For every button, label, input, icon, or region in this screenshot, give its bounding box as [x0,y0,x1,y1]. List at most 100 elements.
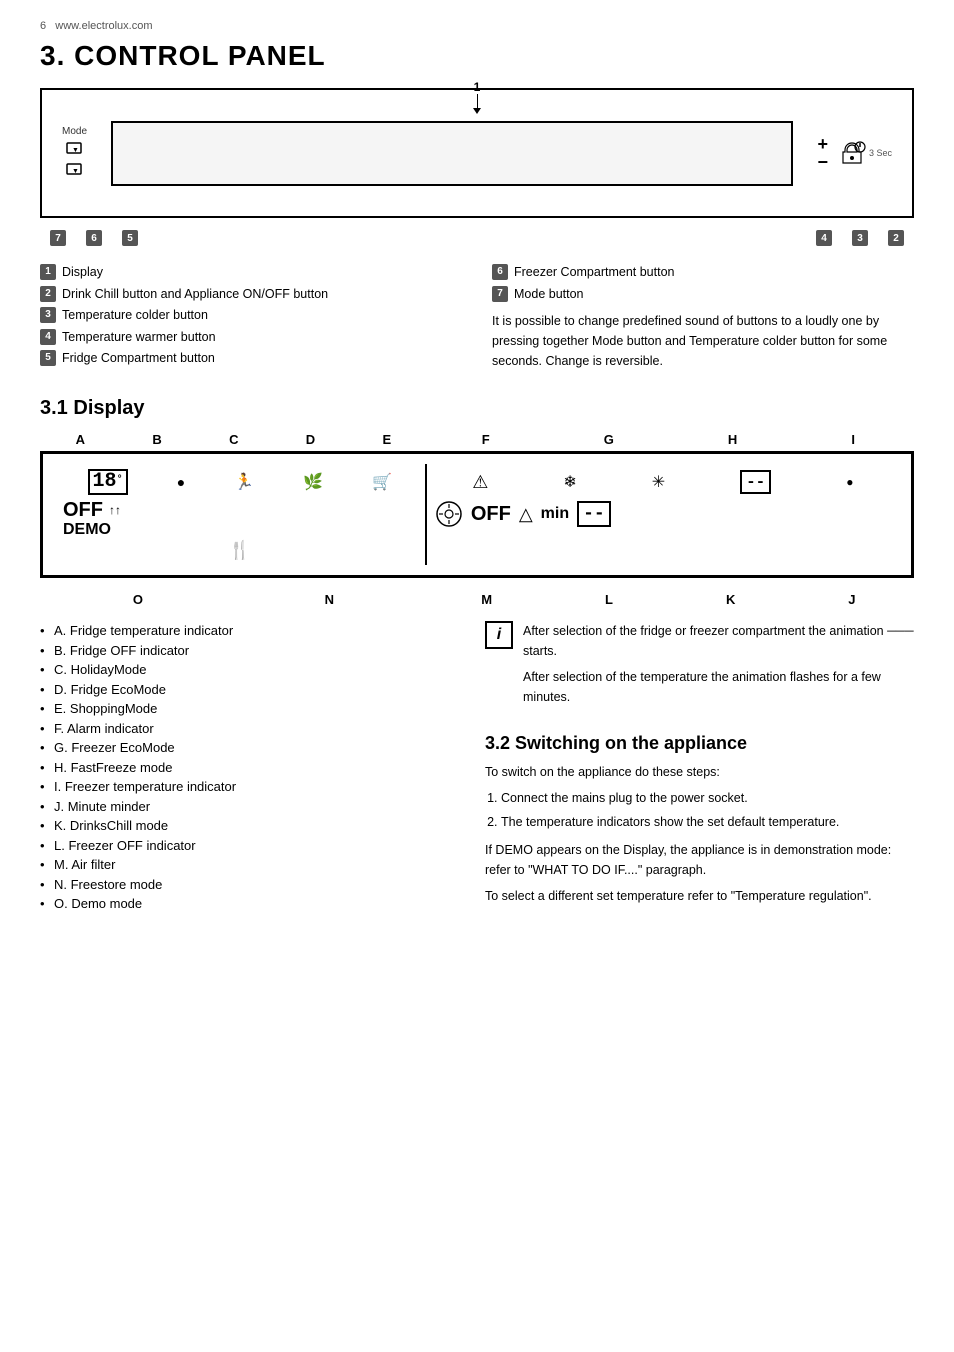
lock-3sec-button: 3 Sec [838,139,892,167]
display-right-icons-top: ⚠ ❄ ✳ -- ● [435,468,891,496]
num-4: 4 [816,230,832,246]
legend-right: 6 Freezer Compartment button 7 Mode butt… [492,264,914,377]
legend-num-4: 4 [40,329,56,345]
bullet-B: B. Fridge OFF indicator [40,641,469,661]
lock-power-icon [838,139,866,167]
subsection-32-name: Switching on the appliance [515,733,747,753]
display-inner: 18° ● 🏃 🌿 🛒 OFF ↑↑ [59,464,895,565]
legend-text-1: Display [62,264,103,282]
bullet-H: H. FastFreeze mode [40,758,469,778]
bullet-M: M. Air filter [40,855,469,875]
info-box: i After selection of the fridge or freez… [485,621,914,713]
col-label-E: E [382,432,391,447]
display-info-grid: A. Fridge temperature indicator B. Fridg… [40,621,914,914]
arrow-indicator-1: 1 [473,80,481,114]
display-labels-right-FGHI: F G H I [425,432,912,447]
display-top-labels-row: A B C D E F G H I [40,432,914,447]
numbers-left-group: 7 6 5 [50,230,138,246]
col-label-J: J [848,592,855,607]
info-text-container: After selection of the fridge or freezer… [523,621,914,713]
col-label-I: I [851,432,855,447]
info-text-1: After selection of the fridge or freezer… [523,621,914,661]
legend-text-4: Temperature warmer button [62,329,216,347]
legend-text-3: Temperature colder button [62,307,208,325]
bullet-G: G. Freezer EcoMode [40,738,469,758]
holiday-mode-icon: 🏃 [234,472,254,492]
bullet-F: F. Alarm indicator [40,719,469,739]
air-filter-icon [435,500,463,528]
display-left-icons-top: 18° ● 🏃 🌿 🛒 [63,468,417,496]
bullet-L: L. Freezer OFF indicator [40,836,469,856]
demo-text: DEMO [63,521,111,538]
page-number: 6 [40,20,46,32]
freezer-temp-num: -- [746,473,765,491]
section-name: CONTROL PANEL [74,40,326,71]
info-text-1-content: After selection of the fridge or freezer… [523,624,914,658]
legend-note: It is possible to change predefined soun… [492,311,914,371]
section-number: 3. [40,40,65,71]
minute-minder-display: -- [577,501,611,527]
bullet-C: C. HolidayMode [40,660,469,680]
min-text: min [541,505,569,523]
legend-num-5: 5 [40,350,56,366]
control-panel-diagram: 1 Mode ▼ ▼ + − [40,88,914,248]
legend-num-2: 2 [40,286,56,302]
subsection-31-name: Display [73,397,144,419]
display-diagram-box: 18° ● 🏃 🌿 🛒 OFF ↑↑ [40,451,914,578]
numbers-right-group: 4 3 2 [816,230,904,246]
display-panel [111,121,793,186]
legend-item-3: 3 Temperature colder button [40,307,462,325]
bullet-J: J. Minute minder [40,797,469,817]
subsection-31-number: 3.1 [40,397,68,419]
display-left-section: 18° ● 🏃 🌿 🛒 OFF ↑↑ [59,464,427,565]
svg-text:▼: ▼ [72,168,79,175]
col-label-A: A [76,432,85,447]
mode-label: Mode [62,126,87,137]
subsection-32-para1: If DEMO appears on the Display, the appl… [485,840,914,880]
col-label-O: O [133,592,143,607]
eco-mode-icon: 🌿 [303,472,323,492]
col-label-N: N [325,592,334,607]
num-3: 3 [852,230,868,246]
legend-num-1: 1 [40,264,56,280]
plus-symbol: + [817,135,828,153]
col-label-G: G [604,432,614,447]
col-label-B: B [152,432,161,447]
legend-item-1: 1 Display [40,264,462,282]
legend-num-3: 3 [40,307,56,323]
subsection-32-intro: To switch on the appliance do these step… [485,762,914,782]
bullet-D: D. Fridge EcoMode [40,680,469,700]
bullet-O: O. Demo mode [40,894,469,914]
bullet-N: N. Freestore mode [40,875,469,895]
fridge-off-text: OFF [63,500,103,520]
drinks-chill-icon: △ [519,504,533,525]
alarm-indicator-icon: ⚠ [472,472,488,493]
legend-item-5: 5 Fridge Compartment button [40,350,462,368]
num-6: 6 [86,230,102,246]
col-label-M: M [481,592,492,607]
fridge-temp-display: 18° [88,469,128,495]
col-label-F: F [482,432,490,447]
temp-arrows-icon: ↑↑ [109,503,121,517]
section-title: 3. CONTROL PANEL [40,40,914,72]
col-label-H: H [728,432,737,447]
display-diagram-container: A B C D E F G H I 18° ● [40,432,914,607]
arrow-down-icon-2: ▼ [63,162,87,180]
legend-item-2: 2 Drink Chill button and Appliance ON/OF… [40,286,462,304]
display-right-main: OFF △ min -- [435,500,891,528]
step-2: The temperature indicators show the set … [501,812,914,832]
info-text-2: After selection of the temperature the a… [523,667,914,707]
fast-freeze-icon: ✳ [652,472,665,492]
display-labels-left-ABCDE: A B C D E [42,432,425,447]
mode-arrows: ▼ ▼ [63,141,87,180]
freestore-icon: 🍴 [229,540,251,561]
display-bottom-labels-row: O N M L K J [40,592,914,607]
legend-text-2: Drink Chill button and Appliance ON/OFF … [62,286,328,304]
subsection-32-para2: To select a different set temperature re… [485,886,914,906]
legend-num-7: 7 [492,286,508,302]
bullet-list-container: A. Fridge temperature indicator B. Fridg… [40,621,469,914]
steps-list: Connect the mains plug to the power sock… [501,788,914,832]
arrow-down-icon-1: ▼ [63,141,87,159]
display-labels-bottom-MLKJ: M L K J [425,592,912,607]
subsection-32-title: 3.2 Switching on the appliance [485,733,914,754]
